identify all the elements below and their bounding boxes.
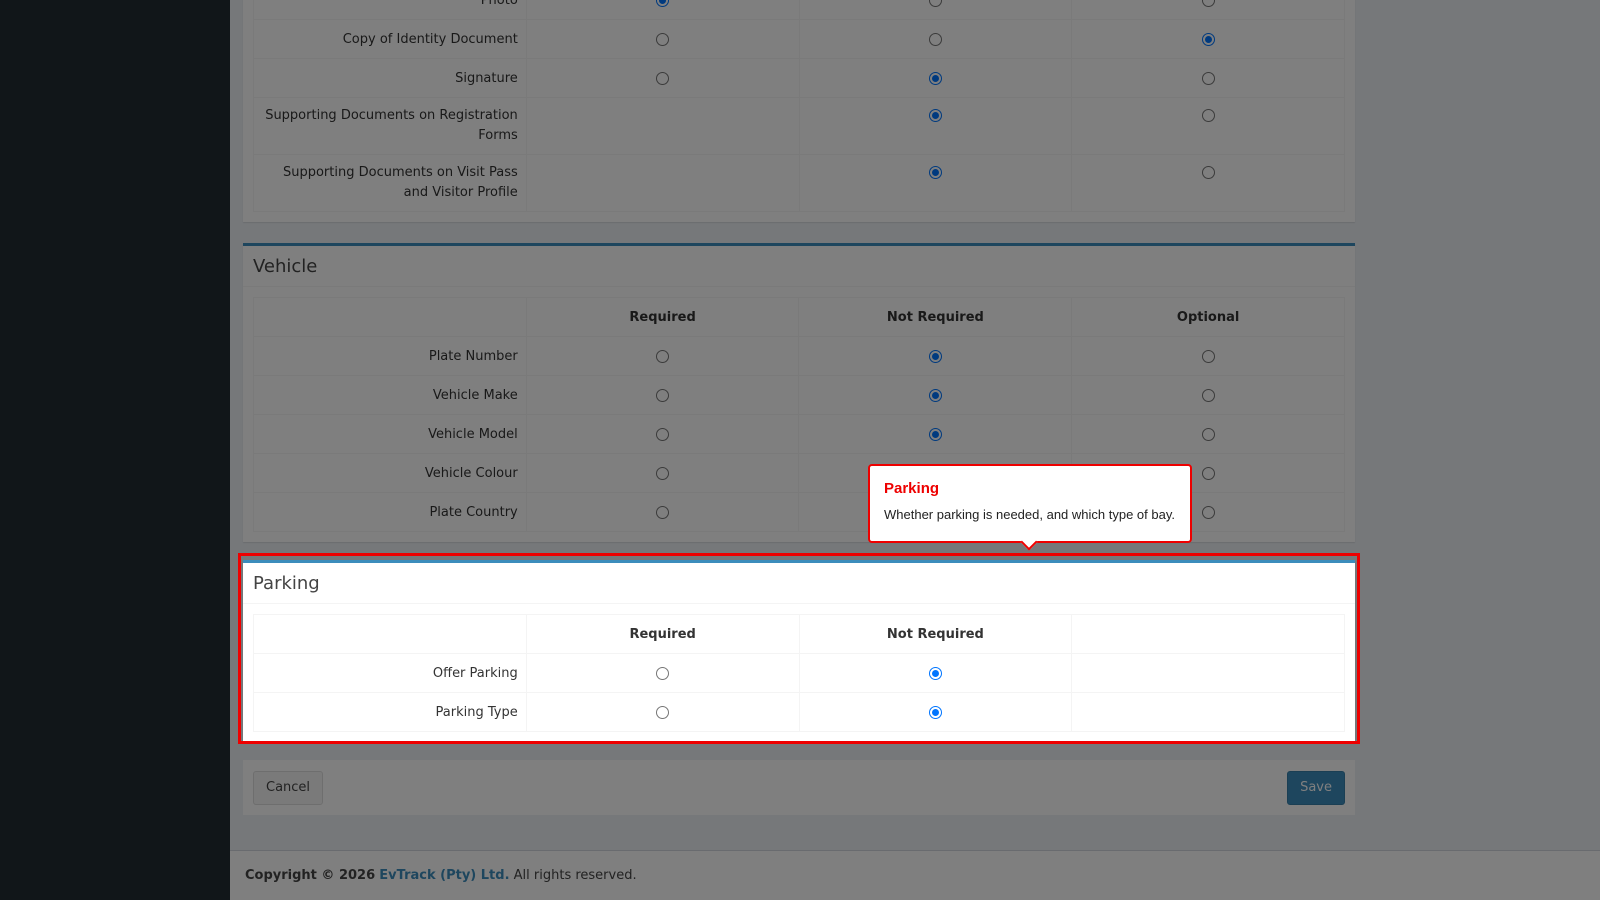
parking-table: Required Not Required Offer Parking Parki…: [253, 614, 1345, 732]
parking-col-required: Required: [525, 614, 800, 654]
tour-tooltip: Parking Whether parking is needed, and w…: [868, 464, 1192, 543]
parking-box-title: Parking: [253, 572, 320, 594]
parking-option-cell: [798, 692, 1073, 732]
radio-selected-icon[interactable]: [928, 666, 942, 680]
radio-unselected-icon[interactable]: [656, 666, 670, 680]
parking-row-label: Parking Type: [253, 692, 527, 732]
parking-col-not-required: Not Required: [798, 614, 1073, 654]
parking-option-cell: [798, 653, 1073, 693]
tooltip-text: Whether parking is needed, and which typ…: [884, 507, 1175, 522]
parking-row: Parking Type: [253, 692, 1345, 732]
parking-box-header: Parking: [243, 563, 1355, 604]
parking-row-label: Offer Parking: [253, 653, 527, 693]
parking-row: Offer Parking: [253, 653, 1345, 693]
parking-box: Parking Required Not Required Offer Park…: [243, 560, 1355, 742]
parking-col-empty: [1071, 614, 1345, 654]
parking-option-cell: [525, 692, 800, 732]
tooltip-title: Parking: [884, 480, 940, 497]
parking-option-cell: [1071, 653, 1345, 693]
radio-selected-icon[interactable]: [928, 705, 942, 719]
parking-option-cell: [1071, 692, 1345, 732]
parking-empty-header: [253, 614, 527, 654]
radio-unselected-icon[interactable]: [656, 705, 670, 719]
parking-option-cell: [525, 653, 800, 693]
tour-overlay: [0, 0, 1600, 900]
